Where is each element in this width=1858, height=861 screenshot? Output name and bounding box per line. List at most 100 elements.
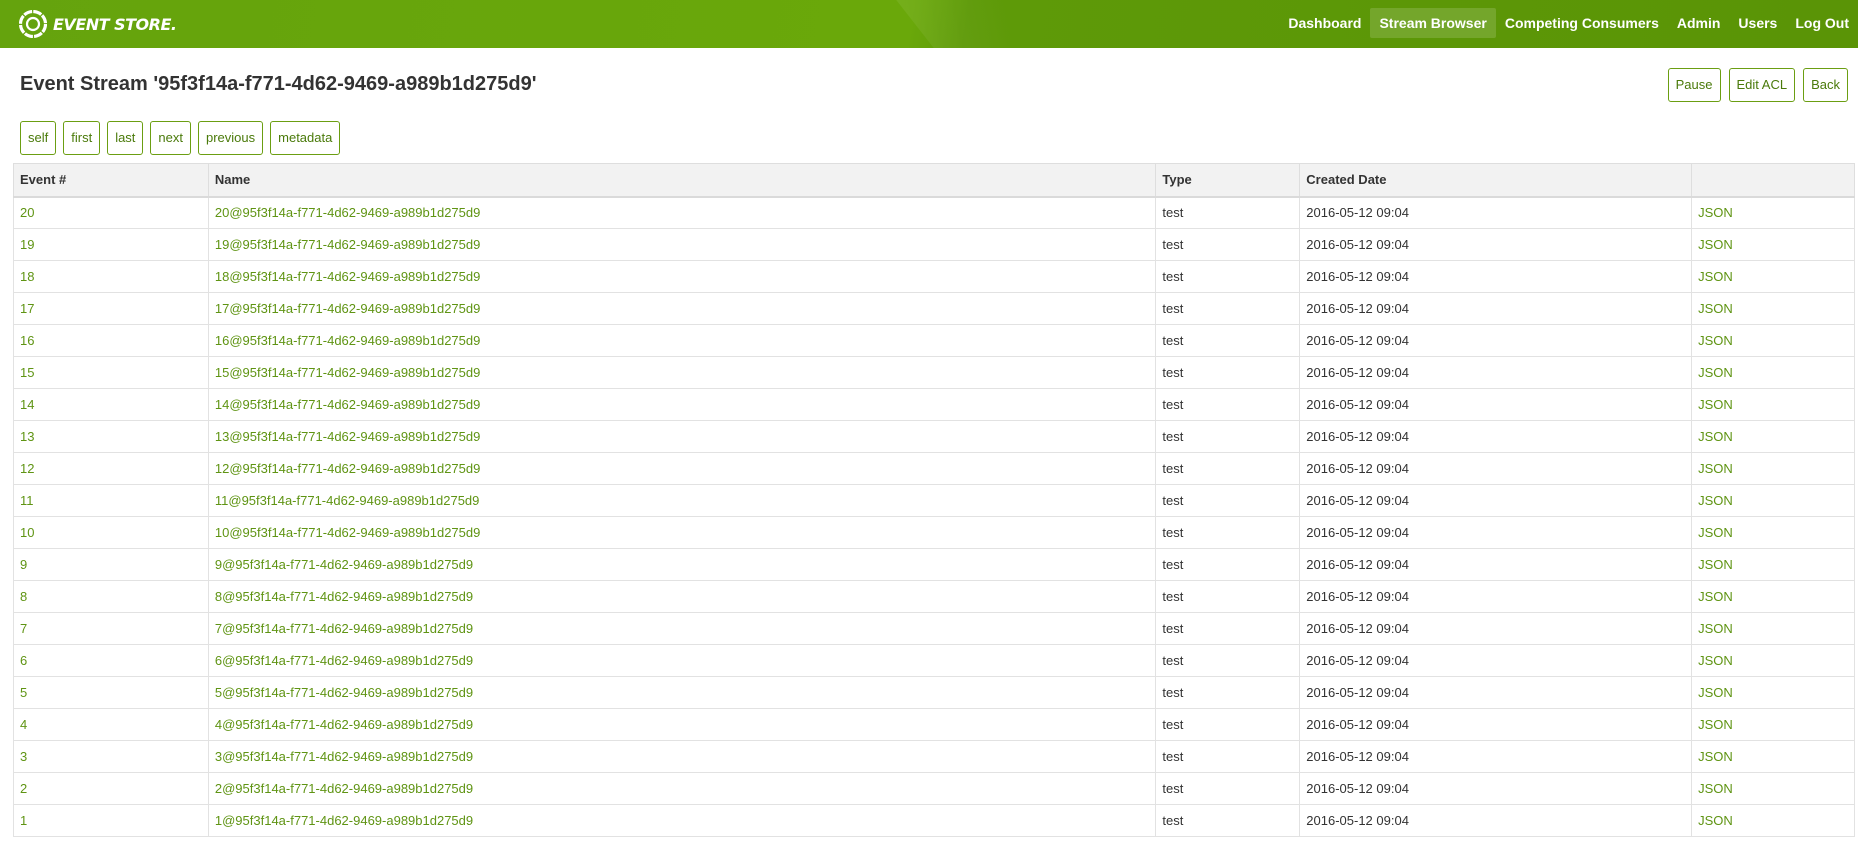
event-name-link[interactable]: 10@95f3f14a-f771-4d62-9469-a989b1d275d9 <box>215 525 480 540</box>
table-cell: test <box>1155 420 1301 453</box>
table-cell: 2016-05-12 09:04 <box>1299 804 1693 837</box>
event-name-link[interactable]: 16@95f3f14a-f771-4d62-9469-a989b1d275d9 <box>215 333 480 348</box>
self-link-button[interactable]: self <box>20 121 57 155</box>
event-number-link[interactable]: 8 <box>20 589 27 604</box>
event-json-link[interactable]: JSON <box>1698 397 1733 412</box>
event-json-link[interactable]: JSON <box>1698 301 1733 316</box>
event-name-link[interactable]: 14@95f3f14a-f771-4d62-9469-a989b1d275d9 <box>215 397 480 412</box>
top-navbar: EVENT STORE. Dashboard Stream Browser Co… <box>0 0 1858 48</box>
table-cell: 7@95f3f14a-f771-4d62-9469-a989b1d275d9 <box>207 612 1157 645</box>
table-cell: test <box>1155 804 1301 837</box>
event-number-link[interactable]: 17 <box>20 301 34 316</box>
nav-log-out[interactable]: Log Out <box>1786 8 1858 38</box>
event-created-date: 2016-05-12 09:04 <box>1306 429 1409 444</box>
table-cell: test <box>1155 356 1301 389</box>
event-name-link[interactable]: 18@95f3f14a-f771-4d62-9469-a989b1d275d9 <box>215 269 480 284</box>
event-number-link[interactable]: 13 <box>20 429 34 444</box>
event-json-link[interactable]: JSON <box>1698 429 1733 444</box>
event-json-link[interactable]: JSON <box>1698 717 1733 732</box>
event-name-link[interactable]: 9@95f3f14a-f771-4d62-9469-a989b1d275d9 <box>215 557 473 572</box>
event-json-link[interactable]: JSON <box>1698 589 1733 604</box>
event-name-link[interactable]: 19@95f3f14a-f771-4d62-9469-a989b1d275d9 <box>215 237 480 252</box>
event-json-link[interactable]: JSON <box>1698 685 1733 700</box>
event-name-link[interactable]: 2@95f3f14a-f771-4d62-9469-a989b1d275d9 <box>215 781 473 796</box>
table-cell: 2016-05-12 09:04 <box>1299 292 1693 325</box>
event-json-link[interactable]: JSON <box>1698 237 1733 252</box>
events-table-body: 20 20@95f3f14a-f771-4d62-9469-a989b1d275d… <box>13 196 1855 837</box>
event-json-link[interactable]: JSON <box>1698 525 1733 540</box>
nav-competing-consumers[interactable]: Competing Consumers <box>1496 8 1668 38</box>
pause-button[interactable]: Pause <box>1667 68 1721 102</box>
back-button[interactable]: Back <box>1803 68 1848 102</box>
main-nav: Dashboard Stream Browser Competing Consu… <box>1279 0 1858 40</box>
event-number-link[interactable]: 10 <box>20 525 34 540</box>
table-cell: JSON <box>1691 260 1855 293</box>
event-number-link[interactable]: 3 <box>20 749 27 764</box>
next-link-button[interactable]: next <box>150 121 191 155</box>
table-cell: JSON <box>1691 580 1855 613</box>
table-cell: 12 <box>13 452 209 485</box>
event-name-link[interactable]: 15@95f3f14a-f771-4d62-9469-a989b1d275d9 <box>215 365 480 380</box>
header-decoration <box>896 0 1064 48</box>
first-link-button[interactable]: first <box>63 121 101 155</box>
event-number-link[interactable]: 2 <box>20 781 27 796</box>
event-name-link[interactable]: 13@95f3f14a-f771-4d62-9469-a989b1d275d9 <box>215 429 480 444</box>
event-number-link[interactable]: 5 <box>20 685 27 700</box>
event-json-link[interactable]: JSON <box>1698 461 1733 476</box>
table-cell: JSON <box>1691 292 1855 325</box>
event-json-link[interactable]: JSON <box>1698 269 1733 284</box>
event-name-link[interactable]: 7@95f3f14a-f771-4d62-9469-a989b1d275d9 <box>215 621 473 636</box>
event-json-link[interactable]: JSON <box>1698 557 1733 572</box>
event-name-link[interactable]: 8@95f3f14a-f771-4d62-9469-a989b1d275d9 <box>215 589 473 604</box>
table-cell: JSON <box>1691 356 1855 389</box>
event-number-link[interactable]: 18 <box>20 269 34 284</box>
event-name-link[interactable]: 5@95f3f14a-f771-4d62-9469-a989b1d275d9 <box>215 685 473 700</box>
event-type: test <box>1162 685 1184 700</box>
last-link-button[interactable]: last <box>107 121 144 155</box>
edit-acl-button[interactable]: Edit ACL <box>1728 68 1796 102</box>
event-name-link[interactable]: 11@95f3f14a-f771-4d62-9469-a989b1d275d9 <box>215 493 480 508</box>
event-json-link[interactable]: JSON <box>1698 813 1733 828</box>
event-number-link[interactable]: 15 <box>20 365 34 380</box>
event-json-link[interactable]: JSON <box>1698 333 1733 348</box>
event-name-link[interactable]: 4@95f3f14a-f771-4d62-9469-a989b1d275d9 <box>215 717 473 732</box>
event-name-link[interactable]: 6@95f3f14a-f771-4d62-9469-a989b1d275d9 <box>215 653 473 668</box>
event-name-link[interactable]: 17@95f3f14a-f771-4d62-9469-a989b1d275d9 <box>215 301 480 316</box>
event-number-link[interactable]: 9 <box>20 557 27 572</box>
event-number-link[interactable]: 4 <box>20 717 27 732</box>
previous-link-button[interactable]: previous <box>198 121 264 155</box>
event-name-link[interactable]: 20@95f3f14a-f771-4d62-9469-a989b1d275d9 <box>215 205 480 220</box>
table-cell: 8 <box>13 580 209 613</box>
event-number-link[interactable]: 12 <box>20 461 34 476</box>
event-json-link[interactable]: JSON <box>1698 365 1733 380</box>
event-json-link[interactable]: JSON <box>1698 653 1733 668</box>
table-cell: 17@95f3f14a-f771-4d62-9469-a989b1d275d9 <box>207 292 1157 325</box>
metadata-link-button[interactable]: metadata <box>270 121 341 155</box>
event-name-link[interactable]: 1@95f3f14a-f771-4d62-9469-a989b1d275d9 <box>215 813 473 828</box>
event-json-link[interactable]: JSON <box>1698 781 1733 796</box>
event-store-logo[interactable]: EVENT STORE. <box>18 6 177 42</box>
event-json-link[interactable]: JSON <box>1698 749 1733 764</box>
event-number-link[interactable]: 7 <box>20 621 27 636</box>
event-number-link[interactable]: 16 <box>20 333 34 348</box>
event-json-link[interactable]: JSON <box>1698 493 1733 508</box>
nav-stream-browser[interactable]: Stream Browser <box>1370 7 1496 38</box>
event-name-link[interactable]: 3@95f3f14a-f771-4d62-9469-a989b1d275d9 <box>215 749 473 764</box>
event-name-link[interactable]: 12@95f3f14a-f771-4d62-9469-a989b1d275d9 <box>215 461 480 476</box>
nav-admin[interactable]: Admin <box>1668 8 1730 38</box>
event-number-link[interactable]: 11 <box>20 493 34 508</box>
page-title: Event Stream '95f3f14a-f771-4d62-9469-a9… <box>20 73 537 95</box>
event-type: test <box>1162 813 1184 828</box>
table-cell: 19 <box>13 228 209 261</box>
event-json-link[interactable]: JSON <box>1698 621 1733 636</box>
event-number-link[interactable]: 14 <box>20 397 34 412</box>
event-json-link[interactable]: JSON <box>1698 205 1733 220</box>
nav-dashboard[interactable]: Dashboard <box>1279 8 1370 38</box>
table-row: 13 13@95f3f14a-f771-4d62-9469-a989b1d275d… <box>13 420 1855 453</box>
table-cell: 12@95f3f14a-f771-4d62-9469-a989b1d275d9 <box>207 452 1157 485</box>
event-number-link[interactable]: 1 <box>20 813 27 828</box>
nav-users[interactable]: Users <box>1729 8 1786 38</box>
event-number-link[interactable]: 19 <box>20 237 34 252</box>
event-number-link[interactable]: 6 <box>20 653 27 668</box>
event-number-link[interactable]: 20 <box>20 205 34 220</box>
